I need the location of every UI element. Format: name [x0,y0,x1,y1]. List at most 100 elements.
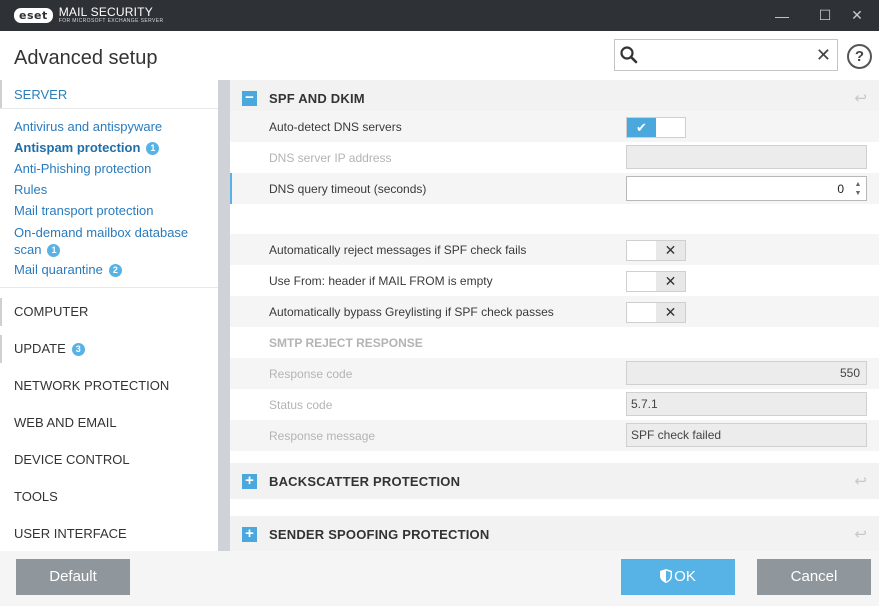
sidebar-splitter[interactable] [218,80,230,551]
shield-icon [660,569,673,583]
reject-spf-toggle[interactable]: ✕ [626,240,686,261]
sidebar-item-label: Mail quarantine [14,262,103,277]
sidebar-section-computer[interactable]: COMPUTER [14,304,88,319]
subsection-title: SMTP REJECT RESPONSE [269,336,423,350]
sidebar-section-label: UPDATE [14,341,66,356]
spin-up-icon[interactable]: ▲ [853,181,863,189]
x-icon: ✕ [656,272,685,291]
sidebar-item-label: Antispam protection [14,140,141,155]
sidebar-item-mailbox-scan[interactable]: On-demand mailbox database scan 1 [14,224,188,258]
eset-logo: eset MAIL SECURITY FOR MICROSOFT EXCHANG… [14,6,164,24]
check-icon: ✔ [627,118,656,137]
help-icon[interactable]: ? [847,44,872,69]
sidebar: SERVER Antivirus and antispyware Antispa… [0,80,218,550]
section-title: BACKSCATTER PROTECTION [269,474,461,489]
sidebar-item-mail-transport[interactable]: Mail transport protection [14,203,153,218]
ok-button[interactable]: OK [621,559,735,595]
sidebar-item-label-line2: scan [14,242,42,257]
notification-badge: 1 [146,142,160,155]
auto-detect-dns-toggle[interactable]: ✔ [626,117,686,138]
settings-panel: − SPF AND DKIM ↩ Auto-detect DNS servers… [230,80,879,551]
revert-icon[interactable]: ↩ [854,525,867,543]
use-from-header-toggle[interactable]: ✕ [626,271,686,292]
cancel-button[interactable]: Cancel [757,559,871,595]
search-icon [620,46,638,64]
sidebar-divider [0,287,218,288]
sidebar-item-label: On-demand mailbox database [14,225,189,240]
notification-badge: 1 [47,244,61,257]
sidebar-item-label: Anti-Phishing protection [14,161,152,176]
sidebar-item-label: Antivirus and antispyware [14,119,163,134]
sidebar-section-device-control[interactable]: DEVICE CONTROL [14,452,130,467]
sidebar-section-user-interface[interactable]: USER INTERFACE [14,526,127,541]
sidebar-divider [0,108,218,109]
section-marker [0,335,2,363]
sidebar-section-network[interactable]: NETWORK PROTECTION [14,378,169,393]
section-title: SPF AND DKIM [269,91,365,106]
notification-badge: 3 [71,343,85,356]
setting-label: Use From: header if MAIL FROM is empty [269,274,493,288]
maximize-button[interactable]: ☐ [811,0,839,31]
minimize-icon: — [775,7,789,24]
search-clear-icon[interactable]: ✕ [816,45,831,65]
sidebar-item-antivirus[interactable]: Antivirus and antispyware [14,119,162,134]
dns-server-ip-field[interactable] [626,145,867,169]
title-bar: eset MAIL SECURITY FOR MICROSOFT EXCHANG… [0,0,879,31]
collapse-icon[interactable]: − [242,90,257,106]
revert-icon[interactable]: ↩ [854,472,867,490]
page-title: Advanced setup [14,47,158,69]
sidebar-section-update[interactable]: UPDATE 3 [14,341,85,356]
section-title: SENDER SPOOFING PROTECTION [269,527,490,542]
maximize-icon: ☐ [818,7,832,23]
close-button[interactable]: ✕ [843,0,871,31]
response-message-field[interactable]: SPF check failed [626,423,867,447]
setting-label: Response code [269,367,353,381]
setting-label: Response message [269,429,376,443]
sidebar-section-tools[interactable]: TOOLS [14,489,58,504]
setting-row-dns-server-ip: DNS server IP address [230,142,879,173]
sidebar-section-server[interactable]: SERVER [14,87,67,102]
setting-row-response-message: Response message SPF check failed [230,420,879,451]
response-code-field[interactable]: 550 [626,361,867,385]
setting-row-response-code: Response code 550 [230,358,879,389]
close-icon: ✕ [851,7,863,23]
sidebar-item-anti-phishing[interactable]: Anti-Phishing protection [14,161,151,176]
notification-badge: 2 [108,264,122,277]
sidebar-item-quarantine[interactable]: Mail quarantine 2 [14,262,122,277]
setting-row-bypass-greylisting: Automatically bypass Greylisting if SPF … [230,296,879,327]
dns-timeout-value: 0 [837,182,844,196]
section-header-backscatter[interactable]: + BACKSCATTER PROTECTION ↩ [230,463,879,499]
product-title: MAIL SECURITY [58,5,153,19]
setting-row-auto-detect-dns: Auto-detect DNS servers ✔ [230,111,879,142]
minimize-button[interactable]: — [768,0,796,31]
x-icon: ✕ [656,303,685,322]
sidebar-item-label: Mail transport protection [14,203,154,218]
setting-row-status-code: Status code 5.7.1 [230,389,879,420]
ok-button-label: OK [674,568,696,585]
revert-icon[interactable]: ↩ [854,89,867,107]
setting-label: DNS server IP address [269,151,392,165]
setting-label: Automatically bypass Greylisting if SPF … [269,305,554,319]
setting-label: Status code [269,398,333,412]
default-button[interactable]: Default [16,559,130,595]
setting-label: DNS query timeout (seconds) [269,182,427,196]
spin-down-icon[interactable]: ▼ [853,190,863,198]
sidebar-item-antispam[interactable]: Antispam protection 1 [14,140,160,155]
setting-label: Auto-detect DNS servers [269,120,402,134]
setting-row-dns-timeout: DNS query timeout (seconds) 0 ▲ ▼ [230,173,879,204]
status-code-field[interactable]: 5.7.1 [626,392,867,416]
x-icon: ✕ [656,241,685,260]
sidebar-item-rules[interactable]: Rules [14,182,47,197]
product-name: MAIL SECURITY FOR MICROSOFT EXCHANGE SER… [59,6,164,24]
search-input[interactable] [643,44,813,66]
sidebar-item-label: Rules [14,182,48,197]
dns-timeout-stepper[interactable]: 0 ▲ ▼ [626,176,867,201]
search-box[interactable]: ✕ [614,39,838,71]
setting-label: Automatically reject messages if SPF che… [269,243,527,257]
expand-icon[interactable]: + [242,526,257,542]
expand-icon[interactable]: + [242,473,257,489]
section-header-sender-spoofing[interactable]: + SENDER SPOOFING PROTECTION ↩ [230,516,879,551]
bypass-greylisting-toggle[interactable]: ✕ [626,302,686,323]
sidebar-section-web-email[interactable]: WEB AND EMAIL [14,415,117,430]
section-marker [0,298,2,326]
